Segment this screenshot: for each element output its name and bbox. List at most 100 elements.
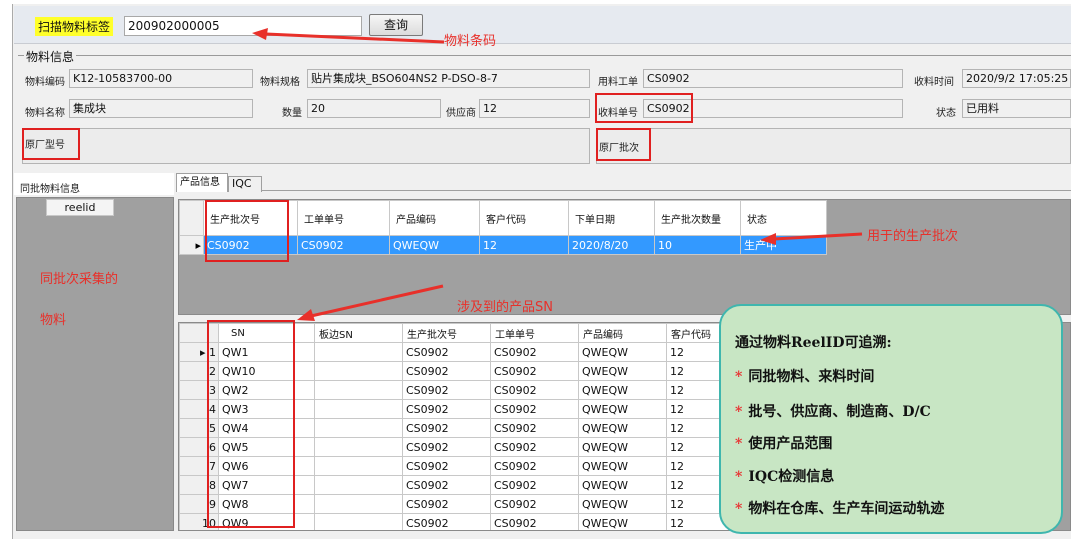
table-cell: CS0902 xyxy=(490,342,579,362)
highlight-orig-model xyxy=(22,128,80,160)
left-panel-title: 同批物料信息 xyxy=(20,184,80,195)
table-cell: CS0902 xyxy=(402,399,491,419)
row-header-corner xyxy=(179,200,204,236)
callout-item: * 同批物料、来料时间 xyxy=(735,369,875,385)
arrow-batch-used xyxy=(760,232,863,245)
work-order-field: CS0902 xyxy=(643,69,903,88)
table-cell xyxy=(314,513,403,530)
table-cell: QWEQW xyxy=(578,342,667,362)
table-cell: CS0902 xyxy=(402,475,491,495)
table-cell xyxy=(314,418,403,438)
star-icon: * xyxy=(735,469,743,485)
status-field: 已用料 xyxy=(962,99,1071,118)
column-header[interactable]: 产品编码 xyxy=(578,323,667,343)
table-cell: CS0902 xyxy=(402,361,491,381)
table-cell: CS0902 xyxy=(402,437,491,457)
table-cell: CS0902 xyxy=(490,418,579,438)
table-cell: CS0902 xyxy=(402,418,491,438)
material-spec-field: 贴片集成块_BSO604NS2 P-DSO-8-7 xyxy=(307,69,590,88)
table-cell: QWEQW xyxy=(578,361,667,381)
material-name-label: 物料名称 xyxy=(25,108,65,119)
table-cell: QWEQW xyxy=(389,235,480,255)
table-cell: QWEQW xyxy=(578,399,667,419)
table-cell: CS0902 xyxy=(490,399,579,419)
quantity-label: 数量 xyxy=(282,108,302,119)
table-cell: CS0902 xyxy=(490,513,579,530)
highlight-orig-batch xyxy=(596,128,651,161)
scan-label: 扫描物料标签 xyxy=(35,17,114,36)
material-spec-label: 物料规格 xyxy=(260,77,300,88)
table-cell xyxy=(314,399,403,419)
table-cell: CS0902 xyxy=(490,456,579,476)
table-cell: QWEQW xyxy=(578,513,667,530)
table-cell xyxy=(314,456,403,476)
table-cell: CS0902 xyxy=(402,513,491,530)
table-cell: QWEQW xyxy=(578,380,667,400)
star-icon: * xyxy=(735,436,743,452)
work-order-label: 用料工单 xyxy=(598,77,638,88)
table-cell: QWEQW xyxy=(578,475,667,495)
row-selector[interactable]: ▸ xyxy=(179,235,204,255)
column-header[interactable]: 工单单号 xyxy=(297,200,390,236)
tab-product-info[interactable]: 产品信息 xyxy=(176,173,228,192)
status-label: 状态 xyxy=(936,108,956,119)
annotation-batch-used: 用于的生产批次 xyxy=(867,229,959,244)
material-code-label: 物料编码 xyxy=(25,77,65,88)
column-header[interactable]: 生产批次号 xyxy=(402,323,491,343)
quantity-field: 20 xyxy=(307,99,441,118)
material-code-field: K12-10583700-00 xyxy=(69,69,253,88)
annotation-sn-involved: 涉及到的产品SN xyxy=(457,300,553,315)
callout-item: * 物料在仓库、生产车间运动轨迹 xyxy=(735,501,945,517)
column-header[interactable]: 生产批次数量 xyxy=(654,200,741,236)
annotation-same-batch-2: 物料 xyxy=(40,313,67,328)
same-batch-grid[interactable] xyxy=(16,197,174,531)
callout-title: 通过物料ReelID可追溯: xyxy=(735,335,892,351)
table-cell xyxy=(314,437,403,457)
table-cell: CS0902 xyxy=(402,342,491,362)
table-cell: CS0902 xyxy=(402,494,491,514)
table-cell: CS0902 xyxy=(297,235,390,255)
table-cell: CS0902 xyxy=(490,361,579,381)
column-header[interactable]: 产品编码 xyxy=(389,200,480,236)
table-cell xyxy=(314,494,403,514)
receive-time-field: 2020/9/2 17:05:25 xyxy=(962,69,1071,88)
reelid-column-header[interactable]: reelid xyxy=(46,199,114,216)
table-cell: CS0902 xyxy=(490,494,579,514)
highlight-batch-column xyxy=(205,200,289,262)
star-icon: * xyxy=(735,404,743,420)
highlight-sn-column xyxy=(207,320,295,528)
table-cell: CS0902 xyxy=(490,475,579,495)
table-cell: 12 xyxy=(479,235,569,255)
star-icon: * xyxy=(735,369,743,385)
supplier-field: 12 xyxy=(479,99,590,118)
table-cell: CS0902 xyxy=(490,380,579,400)
table-cell xyxy=(314,475,403,495)
table-cell xyxy=(314,342,403,362)
orig-batch-field xyxy=(596,128,1071,164)
column-header[interactable]: 板边SN xyxy=(314,323,403,343)
column-header[interactable]: 下单日期 xyxy=(568,200,655,236)
callout-item: * IQC检测信息 xyxy=(735,469,835,485)
annotation-same-batch-1: 同批次采集的 xyxy=(40,272,119,287)
table-cell: QWEQW xyxy=(578,418,667,438)
traceability-callout: 通过物料ReelID可追溯: * 同批物料、来料时间 * 批号、供应商、制造商、D/… xyxy=(719,304,1063,534)
table-cell: CS0902 xyxy=(402,380,491,400)
annotation-barcode: 物料条码 xyxy=(444,34,497,49)
star-icon: * xyxy=(735,501,743,517)
tab-iqc[interactable]: IQC xyxy=(228,176,262,192)
arrow-sn xyxy=(297,284,444,321)
table-cell: CS0902 xyxy=(402,456,491,476)
highlight-receipt-no xyxy=(595,93,693,123)
table-cell: QWEQW xyxy=(578,494,667,514)
table-cell xyxy=(314,380,403,400)
table-cell: 2020/8/20 xyxy=(568,235,655,255)
column-header[interactable]: 客户代码 xyxy=(479,200,569,236)
supplier-label: 供应商 xyxy=(446,108,476,119)
orig-model-field xyxy=(22,128,590,164)
arrow-barcode xyxy=(252,28,445,44)
receive-time-label: 收料时间 xyxy=(914,77,954,88)
table-cell xyxy=(314,361,403,381)
material-name-field: 集成块 xyxy=(69,99,253,118)
table-cell: QWEQW xyxy=(578,437,667,457)
column-header[interactable]: 工单单号 xyxy=(490,323,579,343)
